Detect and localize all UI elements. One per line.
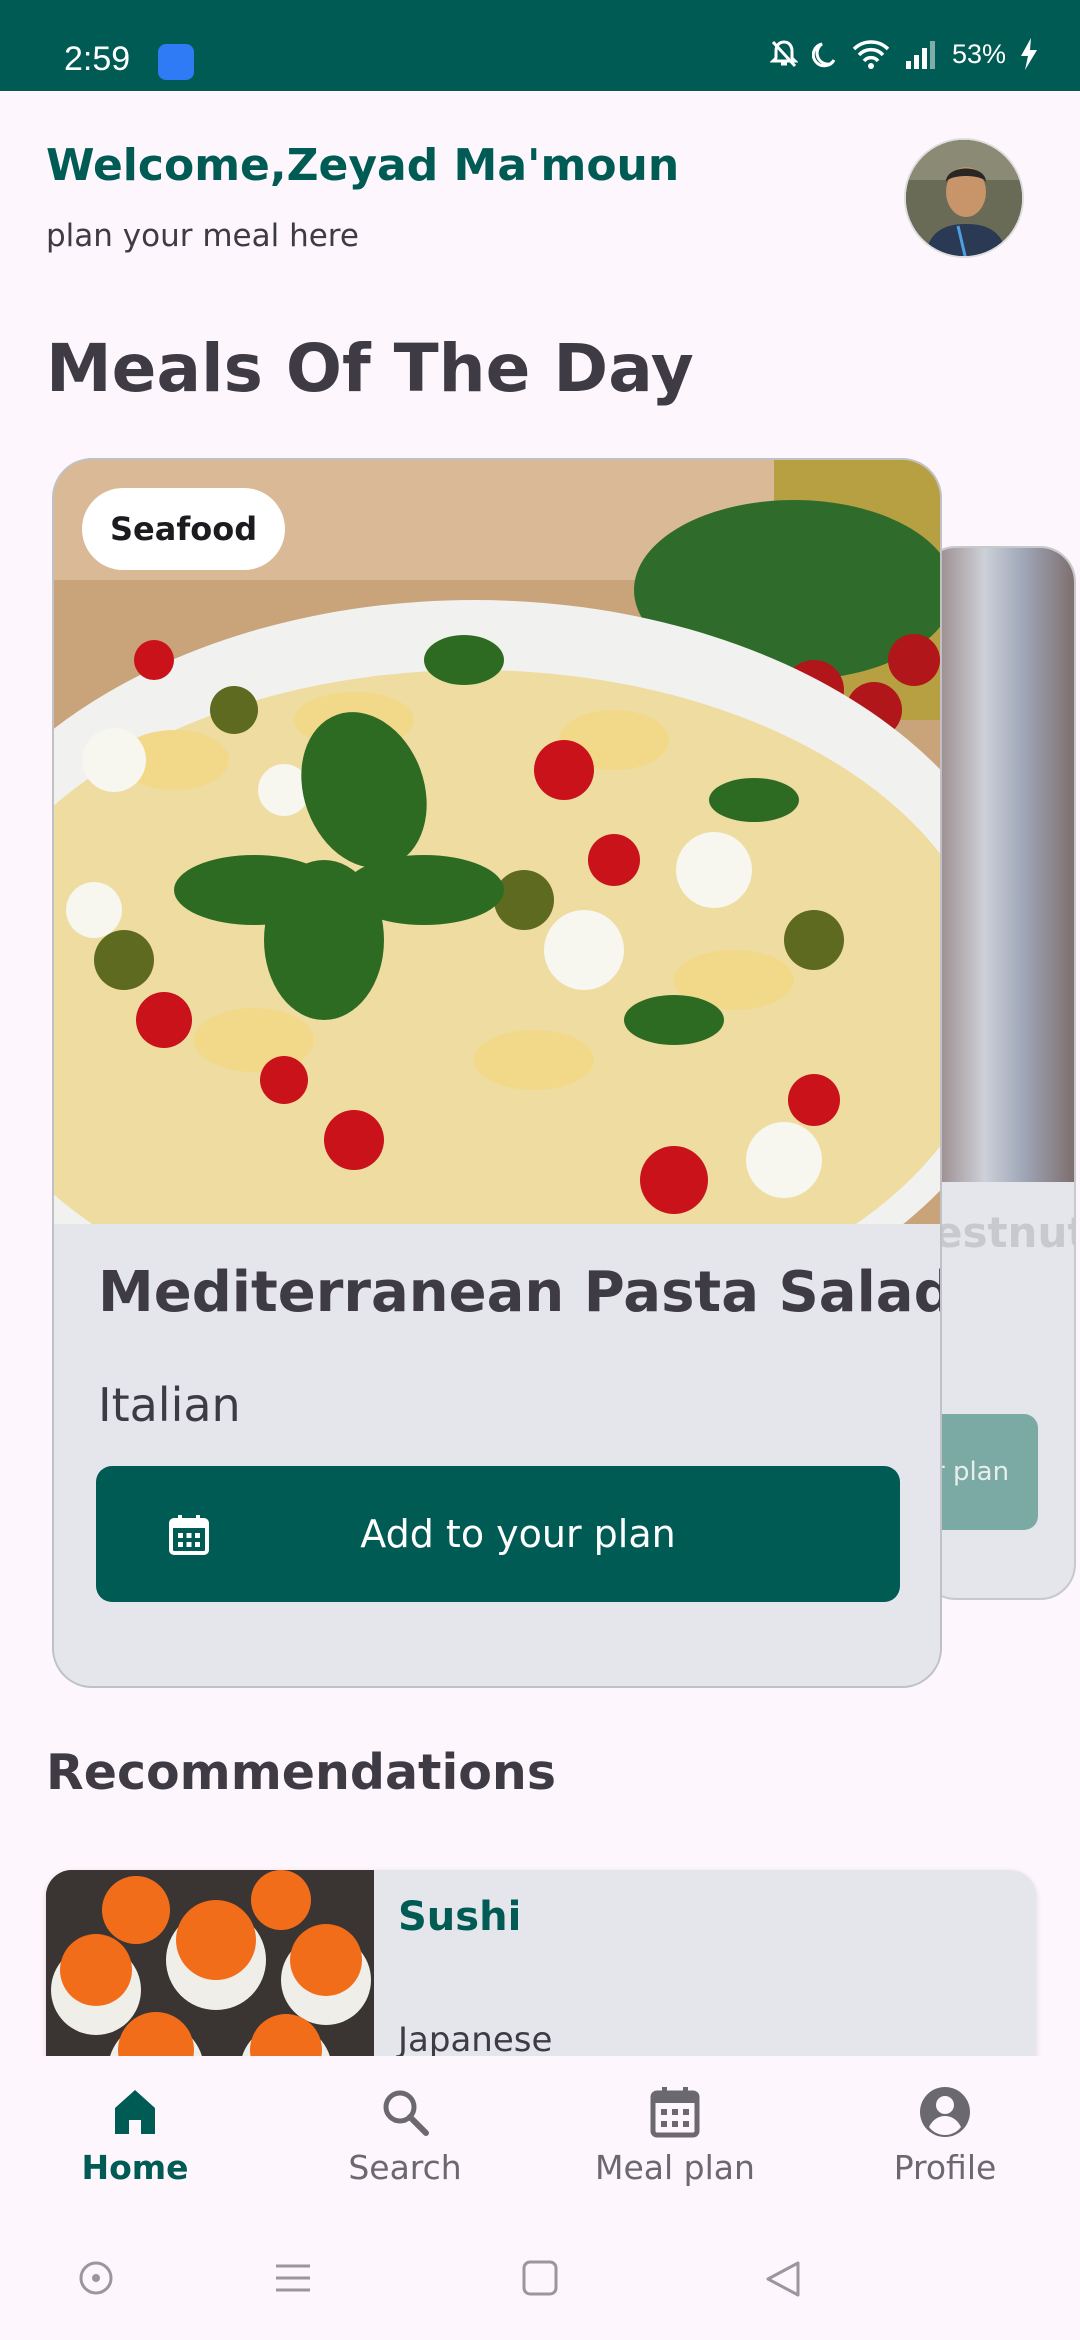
wifi-icon	[852, 40, 890, 69]
nav-profile-label: Profile	[893, 2148, 997, 2187]
recents-button[interactable]	[274, 2260, 312, 2300]
nav-meal-plan-label: Meal plan	[595, 2148, 755, 2187]
nav-home[interactable]: Home	[0, 2084, 270, 2187]
nav-meal-plan[interactable]: Meal plan	[540, 2084, 810, 2187]
recommendation-cuisine: Japanese	[398, 2020, 553, 2060]
recommendation-image	[46, 1870, 374, 2070]
nav-profile[interactable]: Profile	[810, 2084, 1080, 2187]
nav-search[interactable]: Search	[270, 2084, 540, 2187]
meal-image: Seafood	[54, 460, 940, 1224]
charging-icon	[1021, 38, 1037, 70]
signal-icon	[905, 41, 935, 69]
status-icons: 53%	[769, 38, 1038, 70]
add-to-plan-button[interactable]: Add to your plan	[96, 1466, 900, 1602]
add-to-plan-label: Add to your plan	[360, 1512, 676, 1556]
assistant-button[interactable]	[78, 2260, 114, 2300]
status-time: 2:59	[64, 40, 131, 78]
next-meal-name: estnut	[934, 1208, 1076, 1257]
back-triangle-icon	[766, 2261, 800, 2297]
profile-icon	[920, 2087, 970, 2137]
search-icon	[383, 2090, 429, 2136]
battery-percent: 53%	[951, 38, 1006, 69]
home-icon	[115, 2090, 155, 2134]
back-button[interactable]	[764, 2260, 802, 2302]
recommendations-title: Recommendations	[46, 1744, 556, 1801]
android-notification-icon	[158, 44, 194, 80]
meal-name: Mediterranean Pasta Salad	[98, 1260, 942, 1325]
status-bar: 2:59 53%	[0, 0, 1080, 91]
recommendation-name: Sushi	[398, 1894, 522, 1940]
category-tag: Seafood	[82, 488, 286, 570]
moon-icon	[811, 42, 836, 68]
menu-lines-icon	[276, 2264, 310, 2292]
avatar-photo	[906, 140, 1022, 256]
square-icon	[522, 2260, 558, 2296]
next-meal-image	[922, 548, 1074, 1182]
avatar[interactable]	[904, 138, 1024, 258]
nav-search-label: Search	[348, 2148, 462, 2187]
next-meal-card[interactable]: estnut r plan	[920, 546, 1076, 1600]
recommendation-card[interactable]: Sushi Japanese	[46, 1870, 1036, 2070]
calendar-icon	[650, 2087, 700, 2138]
meal-of-the-day-card[interactable]: Seafood Mediterranean Pasta Salad Italia…	[52, 458, 942, 1688]
nav-home-label: Home	[81, 2148, 189, 2187]
meal-cuisine: Italian	[98, 1378, 241, 1432]
system-navigation-bar	[0, 2240, 1080, 2320]
welcome-text: Welcome,Zeyad Ma'moun	[46, 140, 680, 191]
assistant-icon	[79, 2261, 113, 2295]
meals-of-the-day-title: Meals Of The Day	[46, 330, 694, 407]
mute-bell-icon	[769, 40, 798, 68]
home-system-button[interactable]	[522, 2260, 558, 2300]
welcome-subtitle: plan your meal here	[46, 218, 359, 254]
